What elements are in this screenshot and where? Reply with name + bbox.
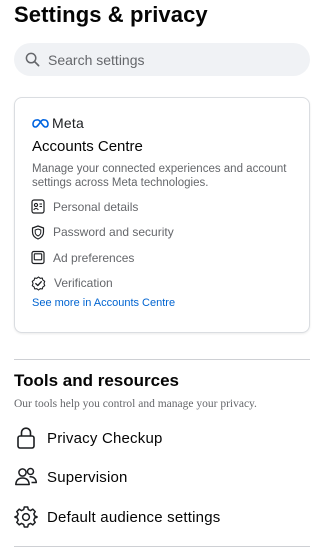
search-bar[interactable] xyxy=(14,43,310,76)
tool-item-supervision[interactable]: Supervision xyxy=(14,462,310,492)
accounts-item-label: Ad preferences xyxy=(53,250,135,265)
tool-item-label: Default audience settings xyxy=(47,508,221,526)
tool-item-default-audience[interactable]: Default audience settings xyxy=(14,502,310,532)
lock-icon xyxy=(17,427,35,449)
accounts-centre-description: Manage your connected experiences and ac… xyxy=(32,163,287,189)
tool-item-label: Supervision xyxy=(47,468,128,486)
verified-badge-icon xyxy=(31,276,46,291)
search-icon xyxy=(25,52,40,67)
accounts-centre-title: Accounts Centre xyxy=(32,138,143,155)
tools-section-subtitle: Our tools help you control and manage yo… xyxy=(14,398,257,410)
accounts-item-label: Personal details xyxy=(53,199,139,214)
accounts-item-password-security[interactable]: Password and security xyxy=(31,220,174,246)
id-card-icon xyxy=(31,199,45,214)
accounts-centre-card[interactable]: Meta Accounts Centre Manage your connect… xyxy=(14,97,310,333)
gear-icon xyxy=(14,506,38,528)
tool-item-privacy-checkup[interactable]: Privacy Checkup xyxy=(14,423,310,453)
section-divider xyxy=(14,359,310,360)
search-input[interactable] xyxy=(48,51,288,68)
accounts-item-personal-details[interactable]: Personal details xyxy=(31,194,174,220)
tools-section-title: Tools and resources xyxy=(14,371,180,390)
accounts-item-label: Verification xyxy=(54,276,113,291)
meta-brand-text: Meta xyxy=(52,115,84,131)
monitor-icon xyxy=(31,251,45,265)
settings-page: Settings & privacy Meta Accounts Centre … xyxy=(0,0,323,551)
accounts-item-label: Password and security xyxy=(53,225,174,240)
shield-icon xyxy=(31,225,45,240)
page-title: Settings & privacy xyxy=(14,2,208,27)
meta-logo: Meta xyxy=(32,114,84,132)
accounts-centre-list: Personal details Password and security A… xyxy=(31,194,174,296)
tool-item-label: Privacy Checkup xyxy=(47,429,163,447)
people-icon xyxy=(15,467,38,486)
see-more-accounts-centre-link[interactable]: See more in Accounts Centre xyxy=(32,297,175,309)
accounts-item-ad-preferences[interactable]: Ad preferences xyxy=(31,245,174,271)
meta-infinity-icon xyxy=(32,118,49,128)
section-divider xyxy=(14,546,310,547)
accounts-item-verification[interactable]: Verification xyxy=(31,271,174,297)
